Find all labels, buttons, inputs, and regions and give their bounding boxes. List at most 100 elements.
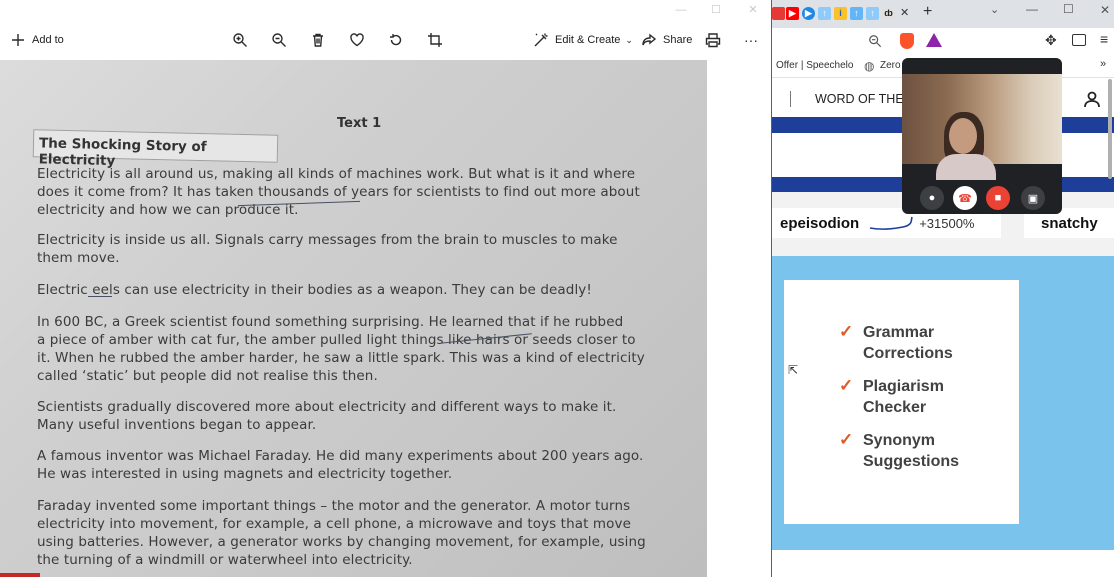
text-line: A famous inventor was Michael Faraday. H… <box>37 448 644 464</box>
new-tab-button[interactable]: + <box>923 3 932 21</box>
story-title: The Shocking Story of Electricity <box>32 129 279 169</box>
brave-shield-icon[interactable] <box>900 33 914 49</box>
maximize-button[interactable]: ☐ <box>1063 2 1074 16</box>
text-line: a piece of amber with cat fur, the amber… <box>37 332 636 348</box>
plus-icon <box>12 34 24 46</box>
more-options-button[interactable]: ··· <box>744 28 758 52</box>
favorite-button[interactable] <box>349 28 365 52</box>
text-line: Electricity is all around us, making all… <box>37 166 636 182</box>
extensions-icon[interactable]: ✥ <box>1045 32 1057 49</box>
trash-icon <box>313 33 323 47</box>
minimize-button[interactable]: — <box>1026 2 1038 16</box>
end-call-button[interactable]: ☎ <box>953 186 977 210</box>
tab-favicon[interactable]: ↑ <box>850 7 863 20</box>
chevron-down-icon: ⌄ <box>625 34 633 45</box>
hang-up-icon: ☎ <box>958 192 972 205</box>
trend-percentage: +31500% <box>919 215 975 231</box>
text-line: does it come from? It has taken thousand… <box>37 184 640 200</box>
ad-feature-text: Grammar Corrections <box>863 324 953 362</box>
ad-feature: ✓ Plagiarism Checker <box>839 376 1003 418</box>
bicycle-icon[interactable]: ȸ <box>882 7 895 20</box>
rotate-button[interactable] <box>388 28 404 52</box>
wallet-icon[interactable] <box>1072 34 1086 46</box>
print-button[interactable] <box>705 28 721 52</box>
video-call-window[interactable]: ● ☎ ■ ▣ <box>902 58 1062 214</box>
menu-icon[interactable]: ≡ <box>1100 31 1108 47</box>
text-line: them move. <box>37 250 120 266</box>
text-number: Text 1 <box>337 116 382 131</box>
minimize-button[interactable]: — <box>672 2 690 18</box>
brave-rewards-icon[interactable] <box>926 33 942 47</box>
participant-shirt <box>936 154 996 180</box>
crop-button[interactable] <box>427 28 443 52</box>
microphone-button[interactable]: ● <box>920 186 944 210</box>
photos-window: — ☐ ✕ Add to Edit & Create ⌄ Share ··· T… <box>0 0 771 577</box>
text-line: Faraday invented some important things –… <box>37 498 631 514</box>
youtube-icon[interactable]: ▶ <box>786 7 799 20</box>
zoom-out-button[interactable] <box>271 28 287 52</box>
info-icon[interactable]: i <box>834 7 847 20</box>
screen: — ☐ ✕ Add to Edit & Create ⌄ Share ··· T… <box>0 0 1114 577</box>
text-line: Many useful inventions began to appear. <box>37 417 317 433</box>
share-label: Share <box>663 34 693 46</box>
zoom-icon[interactable] <box>868 34 882 48</box>
checkmark-icon: ✓ <box>839 376 854 395</box>
page-scrollbar[interactable] <box>1108 79 1112 179</box>
more-bookmarks-icon[interactable]: » <box>1100 58 1106 70</box>
add-to-button[interactable]: Add to <box>10 28 64 52</box>
text-line: using batteries. However, a generator wo… <box>37 534 646 550</box>
close-window-button[interactable]: ✕ <box>1100 3 1110 17</box>
share-button[interactable]: Share <box>641 28 692 52</box>
ad-card[interactable]: ✓ Grammar Corrections ✓ Plagiarism Check… <box>784 280 1019 524</box>
taskbar-edge <box>0 573 40 577</box>
present-button[interactable]: ▣ <box>1021 186 1045 210</box>
handwritten-underline <box>88 296 112 297</box>
text-line: called ‘static’ but people did not reali… <box>37 368 378 384</box>
word-of-the-day-link[interactable]: WORD OF THE <box>815 92 904 106</box>
text-line: Electric eels can use electricity in the… <box>37 282 592 298</box>
printer-icon <box>705 33 721 48</box>
zoom-in-button[interactable] <box>232 28 248 52</box>
text-line: He was interested in using magnets and e… <box>37 466 453 482</box>
text-line: Electricity is inside us all. Signals ca… <box>37 232 618 248</box>
advertisement[interactable]: ✓ Grammar Corrections ✓ Plagiarism Check… <box>772 256 1114 550</box>
heart-icon <box>350 33 364 47</box>
checkmark-icon: ✓ <box>839 430 854 449</box>
tab-search-icon[interactable]: ⌄ <box>990 3 999 16</box>
add-to-label: Add to <box>32 34 64 46</box>
text-line: it. When he rubbed the amber harder, he … <box>37 350 645 366</box>
page-footer <box>772 550 1114 577</box>
canvas-margin <box>707 60 771 577</box>
address-bar-row: ✥ ≡ <box>772 28 1114 54</box>
title-bar: — ☐ ✕ <box>0 0 771 20</box>
bookmark-item[interactable]: Offer | Speechelo <box>776 60 853 71</box>
header-divider <box>790 91 791 107</box>
tab-favicon[interactable]: ↑ <box>866 7 879 20</box>
trend-word: snatchy <box>1041 214 1098 232</box>
user-icon[interactable] <box>1083 90 1101 108</box>
close-button[interactable]: ✕ <box>744 2 762 18</box>
maximize-button[interactable]: ☐ <box>707 2 725 18</box>
close-tab-icon[interactable]: ✕ <box>900 6 909 19</box>
present-screen-icon: ▣ <box>1027 192 1039 205</box>
share-icon <box>642 33 657 46</box>
ad-feature: ✓ Synonym Suggestions <box>839 430 1003 472</box>
image-canvas: Text 1 The Shocking Story of Electricity… <box>0 60 771 577</box>
ellipsis-icon: ··· <box>744 32 758 48</box>
ad-feature-text: Synonym Suggestions <box>863 432 960 470</box>
trend-word: epeisodion <box>780 214 860 232</box>
bookmark-item[interactable]: Zero <box>880 60 901 71</box>
ad-feature-text: Plagiarism Checker <box>863 378 944 416</box>
microphone-icon: ● <box>928 192 936 204</box>
rotate-icon <box>390 34 402 46</box>
tab-favicon[interactable]: ↑ <box>818 7 831 20</box>
play-icon[interactable]: ▶ <box>802 7 815 20</box>
tab-favicon[interactable] <box>772 7 785 20</box>
text-line: Scientists gradually discovered more abo… <box>37 399 617 415</box>
edit-create-button[interactable]: Edit & Create ⌄ <box>533 28 633 52</box>
trend-sparkline <box>870 216 913 230</box>
delete-button[interactable] <box>310 28 326 52</box>
zoom-in-icon <box>233 33 247 47</box>
edit-create-label: Edit & Create <box>555 34 621 46</box>
camera-button[interactable]: ■ <box>986 186 1010 210</box>
